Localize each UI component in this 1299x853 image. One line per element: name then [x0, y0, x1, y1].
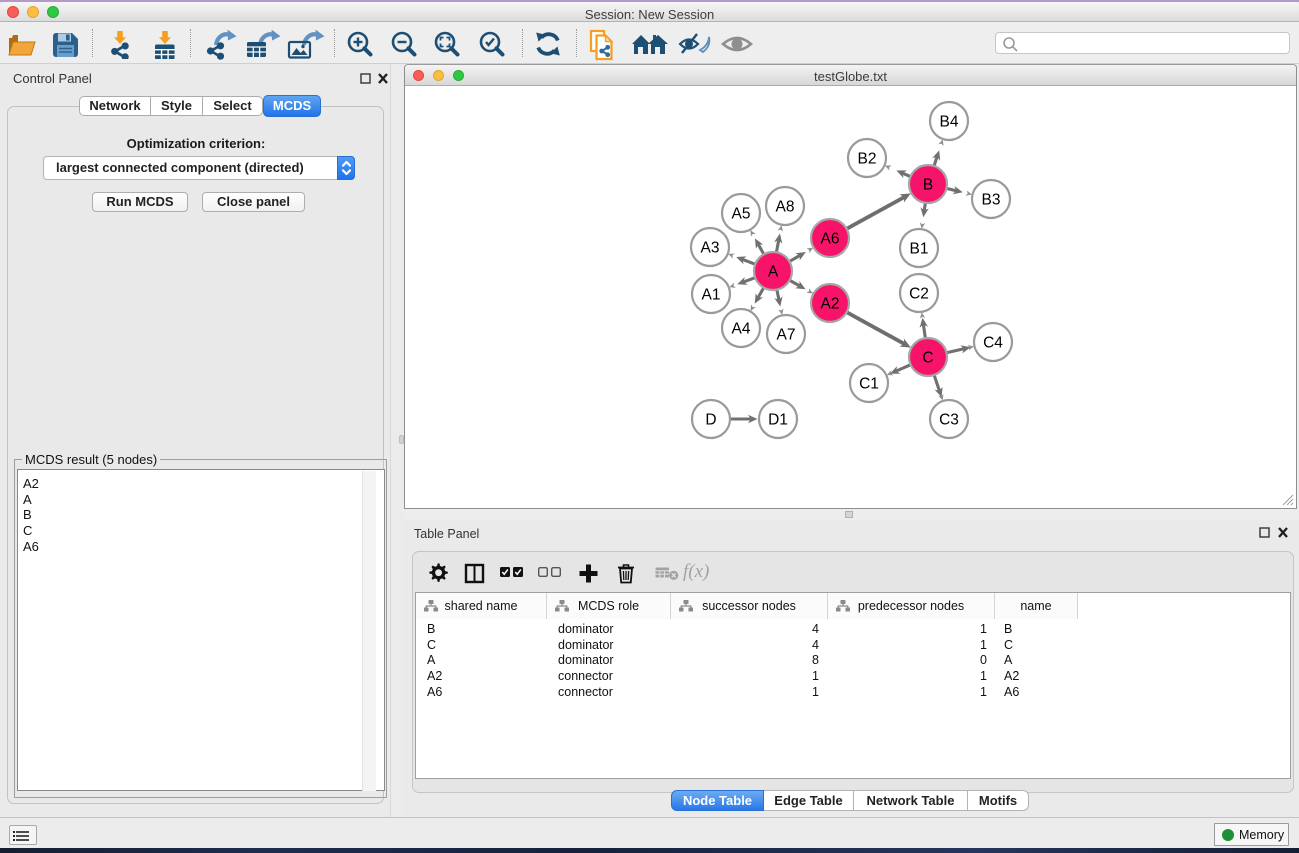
svg-text:B: B — [923, 177, 933, 194]
svg-text:A: A — [768, 264, 779, 281]
svg-text:A6: A6 — [821, 231, 840, 248]
svg-text:A2: A2 — [821, 296, 840, 313]
svg-text:C1: C1 — [859, 376, 879, 393]
svg-text:A1: A1 — [702, 287, 721, 304]
svg-text:C4: C4 — [983, 335, 1003, 352]
svg-text:B1: B1 — [910, 241, 929, 258]
svg-text:D: D — [705, 412, 716, 429]
svg-text:D1: D1 — [768, 412, 788, 429]
svg-text:A5: A5 — [732, 206, 751, 223]
svg-text:A7: A7 — [777, 327, 796, 344]
svg-text:B2: B2 — [858, 151, 877, 168]
svg-text:C3: C3 — [939, 412, 959, 429]
svg-text:C: C — [922, 350, 933, 367]
svg-text:A8: A8 — [776, 199, 795, 216]
svg-text:B4: B4 — [940, 114, 959, 131]
svg-text:B3: B3 — [982, 192, 1001, 209]
svg-text:A4: A4 — [732, 321, 751, 338]
svg-text:C2: C2 — [909, 286, 929, 303]
svg-text:A3: A3 — [701, 240, 720, 257]
